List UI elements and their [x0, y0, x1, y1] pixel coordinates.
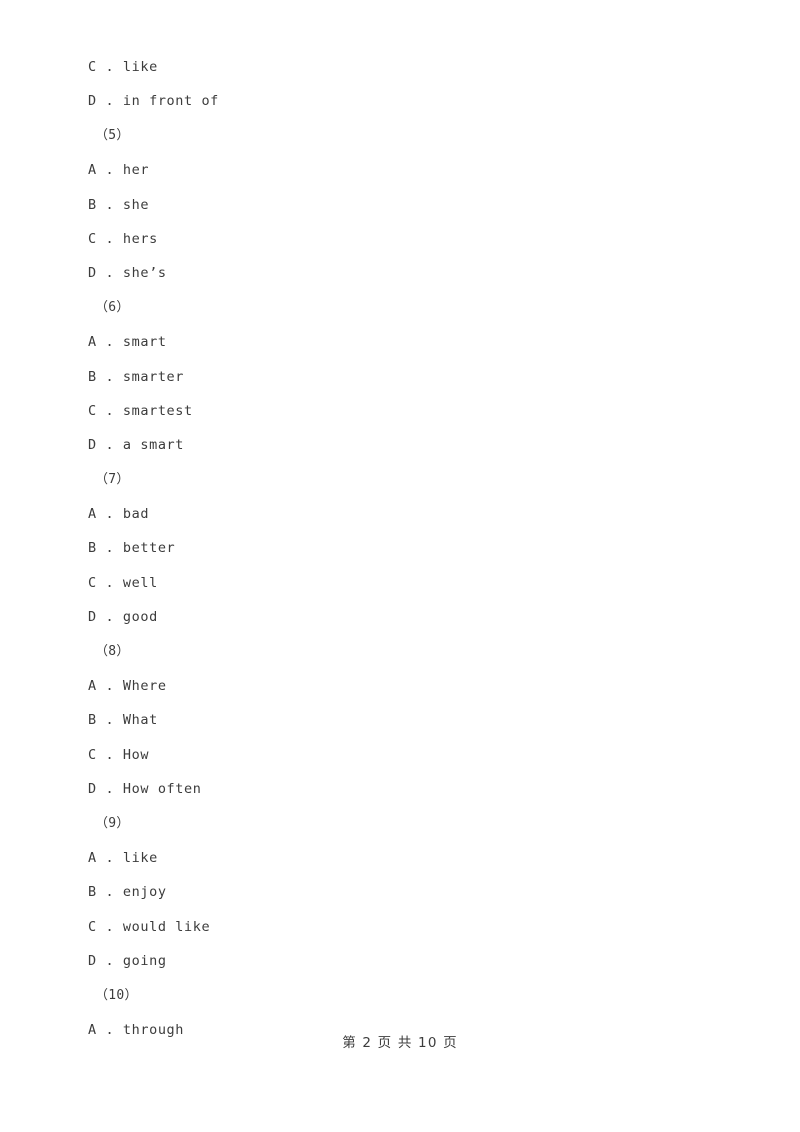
answer-option: C . How	[88, 746, 150, 763]
answer-option: A . like	[88, 849, 158, 866]
answer-option: C . hers	[88, 230, 158, 247]
answer-option: A . her	[88, 162, 150, 179]
answer-option: B . enjoy	[88, 884, 167, 901]
answer-option: C . smartest	[88, 402, 193, 419]
question-number: （6）	[95, 299, 130, 315]
document-page: C . like D . in front of （5） A . her B . she…	[0, 0, 800, 1132]
answer-option: D . How often	[88, 781, 202, 798]
answer-option: B . better	[88, 540, 176, 557]
question-number: （5）	[95, 127, 130, 143]
answer-option: D . a smart	[88, 437, 185, 454]
answer-option: D . she’s	[88, 265, 167, 282]
answer-option: D . good	[88, 609, 158, 626]
question-number: （8）	[95, 643, 130, 659]
answer-option: B . smarter	[88, 368, 185, 385]
page-number-footer: 第 2 页 共 10 页	[342, 1035, 458, 1051]
question-number: （9）	[95, 815, 130, 831]
answer-option: C . would like	[88, 918, 211, 935]
answer-option: A . Where	[88, 678, 167, 695]
answer-option: C . like	[88, 59, 158, 75]
answer-option: D . in front of	[88, 93, 219, 110]
answer-option: D . going	[88, 953, 167, 970]
answer-option: C . well	[88, 574, 158, 591]
answer-option: B . she	[88, 196, 150, 213]
question-number: （10）	[95, 987, 138, 1003]
answer-option: A . bad	[88, 506, 150, 523]
answer-option: B . What	[88, 712, 158, 729]
answer-option: A . smart	[88, 334, 167, 351]
question-options-list: C . like D . in front of （5） A . her B . she…	[88, 50, 728, 1047]
question-number: （7）	[95, 471, 130, 487]
